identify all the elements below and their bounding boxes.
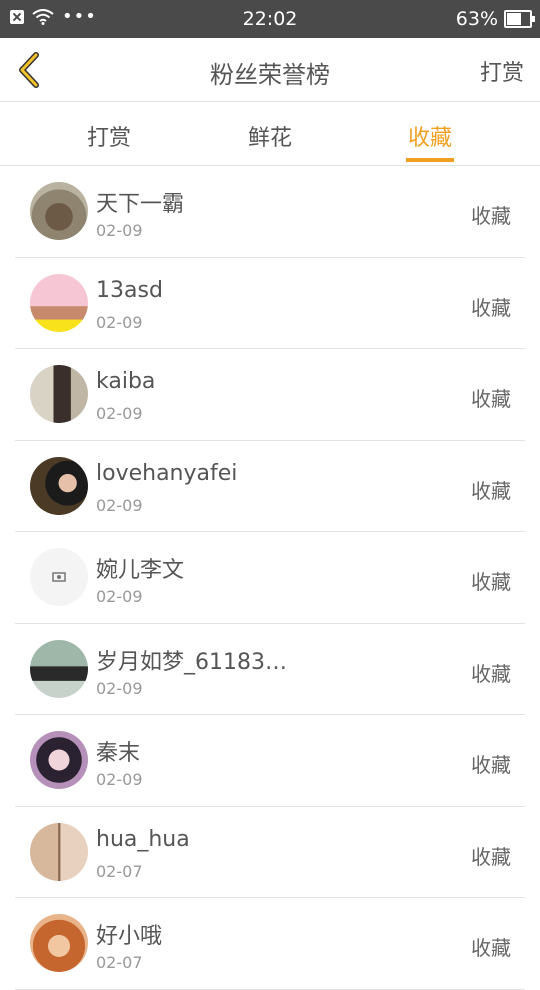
list-item[interactable]: hua_hua 02-07 收藏	[15, 807, 525, 898]
tab-reward[interactable]: 打赏	[59, 120, 159, 152]
fan-date: 02-09	[96, 678, 143, 698]
fan-date: 02-09	[96, 587, 143, 606]
status-right: 63%	[455, 8, 535, 30]
fan-date: 02-09	[96, 495, 143, 515]
favorite-label: 收藏	[471, 570, 511, 594]
avatar[interactable]	[30, 822, 88, 881]
default-avatar-icon	[52, 572, 66, 582]
nav-bar: 粉丝荣誉榜 打赏	[0, 38, 540, 102]
tab-favorites[interactable]: 收藏	[380, 120, 480, 152]
favorite-label: 收藏	[471, 661, 511, 686]
favorite-label: 收藏	[471, 478, 511, 503]
fan-date: 02-09	[96, 770, 143, 789]
avatar[interactable]	[30, 182, 88, 240]
fan-date: 02-09	[96, 312, 143, 332]
fan-name: 天下一霸	[96, 192, 185, 217]
tab-flowers[interactable]: 鲜花	[220, 120, 320, 152]
active-tab-indicator	[406, 158, 454, 162]
page-title: 粉丝荣誉榜	[210, 61, 330, 89]
favorite-label: 收藏	[471, 753, 511, 777]
fan-list: 天下一霸 02-09 收藏 13asd 02-09 收藏 kaiba 02-09…	[0, 166, 540, 990]
battery-icon	[504, 10, 535, 28]
fan-name: 13asd	[96, 277, 163, 303]
list-item[interactable]: 天下一霸 02-09 收藏	[15, 166, 525, 258]
fan-date: 02-09	[96, 404, 143, 423]
fan-name: hua_hua	[96, 826, 190, 852]
fan-name: kaiba	[96, 369, 156, 394]
list-item[interactable]: 13asd 02-09 收藏	[15, 258, 525, 349]
fan-name: 岁月如梦_61183…	[96, 649, 287, 675]
fan-name: 秦末	[96, 741, 141, 766]
status-bar: ••• 22:02 63%	[0, 0, 540, 38]
list-item[interactable]: kaiba 02-09 收藏	[15, 349, 525, 441]
fan-date: 02-07	[96, 861, 143, 881]
fan-date: 02-09	[96, 221, 143, 240]
battery-percent: 63%	[455, 8, 498, 30]
list-item[interactable]: lovehanyafei 02-09 收藏	[15, 441, 525, 532]
avatar[interactable]	[30, 914, 88, 972]
list-item[interactable]: 岁月如梦_61183… 02-09 收藏	[15, 624, 525, 715]
avatar[interactable]	[30, 639, 88, 698]
favorite-label: 收藏	[471, 387, 511, 411]
fan-name: 婉儿李文	[96, 558, 185, 583]
tab-bar: 打赏 鲜花 收藏	[0, 102, 540, 166]
fan-name: lovehanyafei	[96, 460, 238, 486]
favorite-label: 收藏	[471, 295, 511, 320]
list-item[interactable]: 秦末 02-09 收藏	[15, 715, 525, 807]
reward-button[interactable]: 打赏	[480, 55, 524, 87]
list-item[interactable]: 婉儿李文 02-09 收藏	[15, 532, 525, 624]
avatar[interactable]	[30, 456, 88, 515]
avatar[interactable]	[30, 731, 88, 789]
avatar[interactable]	[30, 365, 88, 423]
avatar[interactable]	[30, 548, 88, 606]
favorite-label: 收藏	[471, 844, 511, 869]
fan-name: 好小哦	[96, 924, 163, 949]
avatar[interactable]	[30, 273, 88, 332]
favorite-label: 收藏	[471, 936, 511, 960]
list-item[interactable]: 好小哦 02-07 收藏	[15, 898, 525, 990]
favorite-label: 收藏	[471, 204, 511, 228]
fan-date: 02-07	[96, 953, 143, 972]
